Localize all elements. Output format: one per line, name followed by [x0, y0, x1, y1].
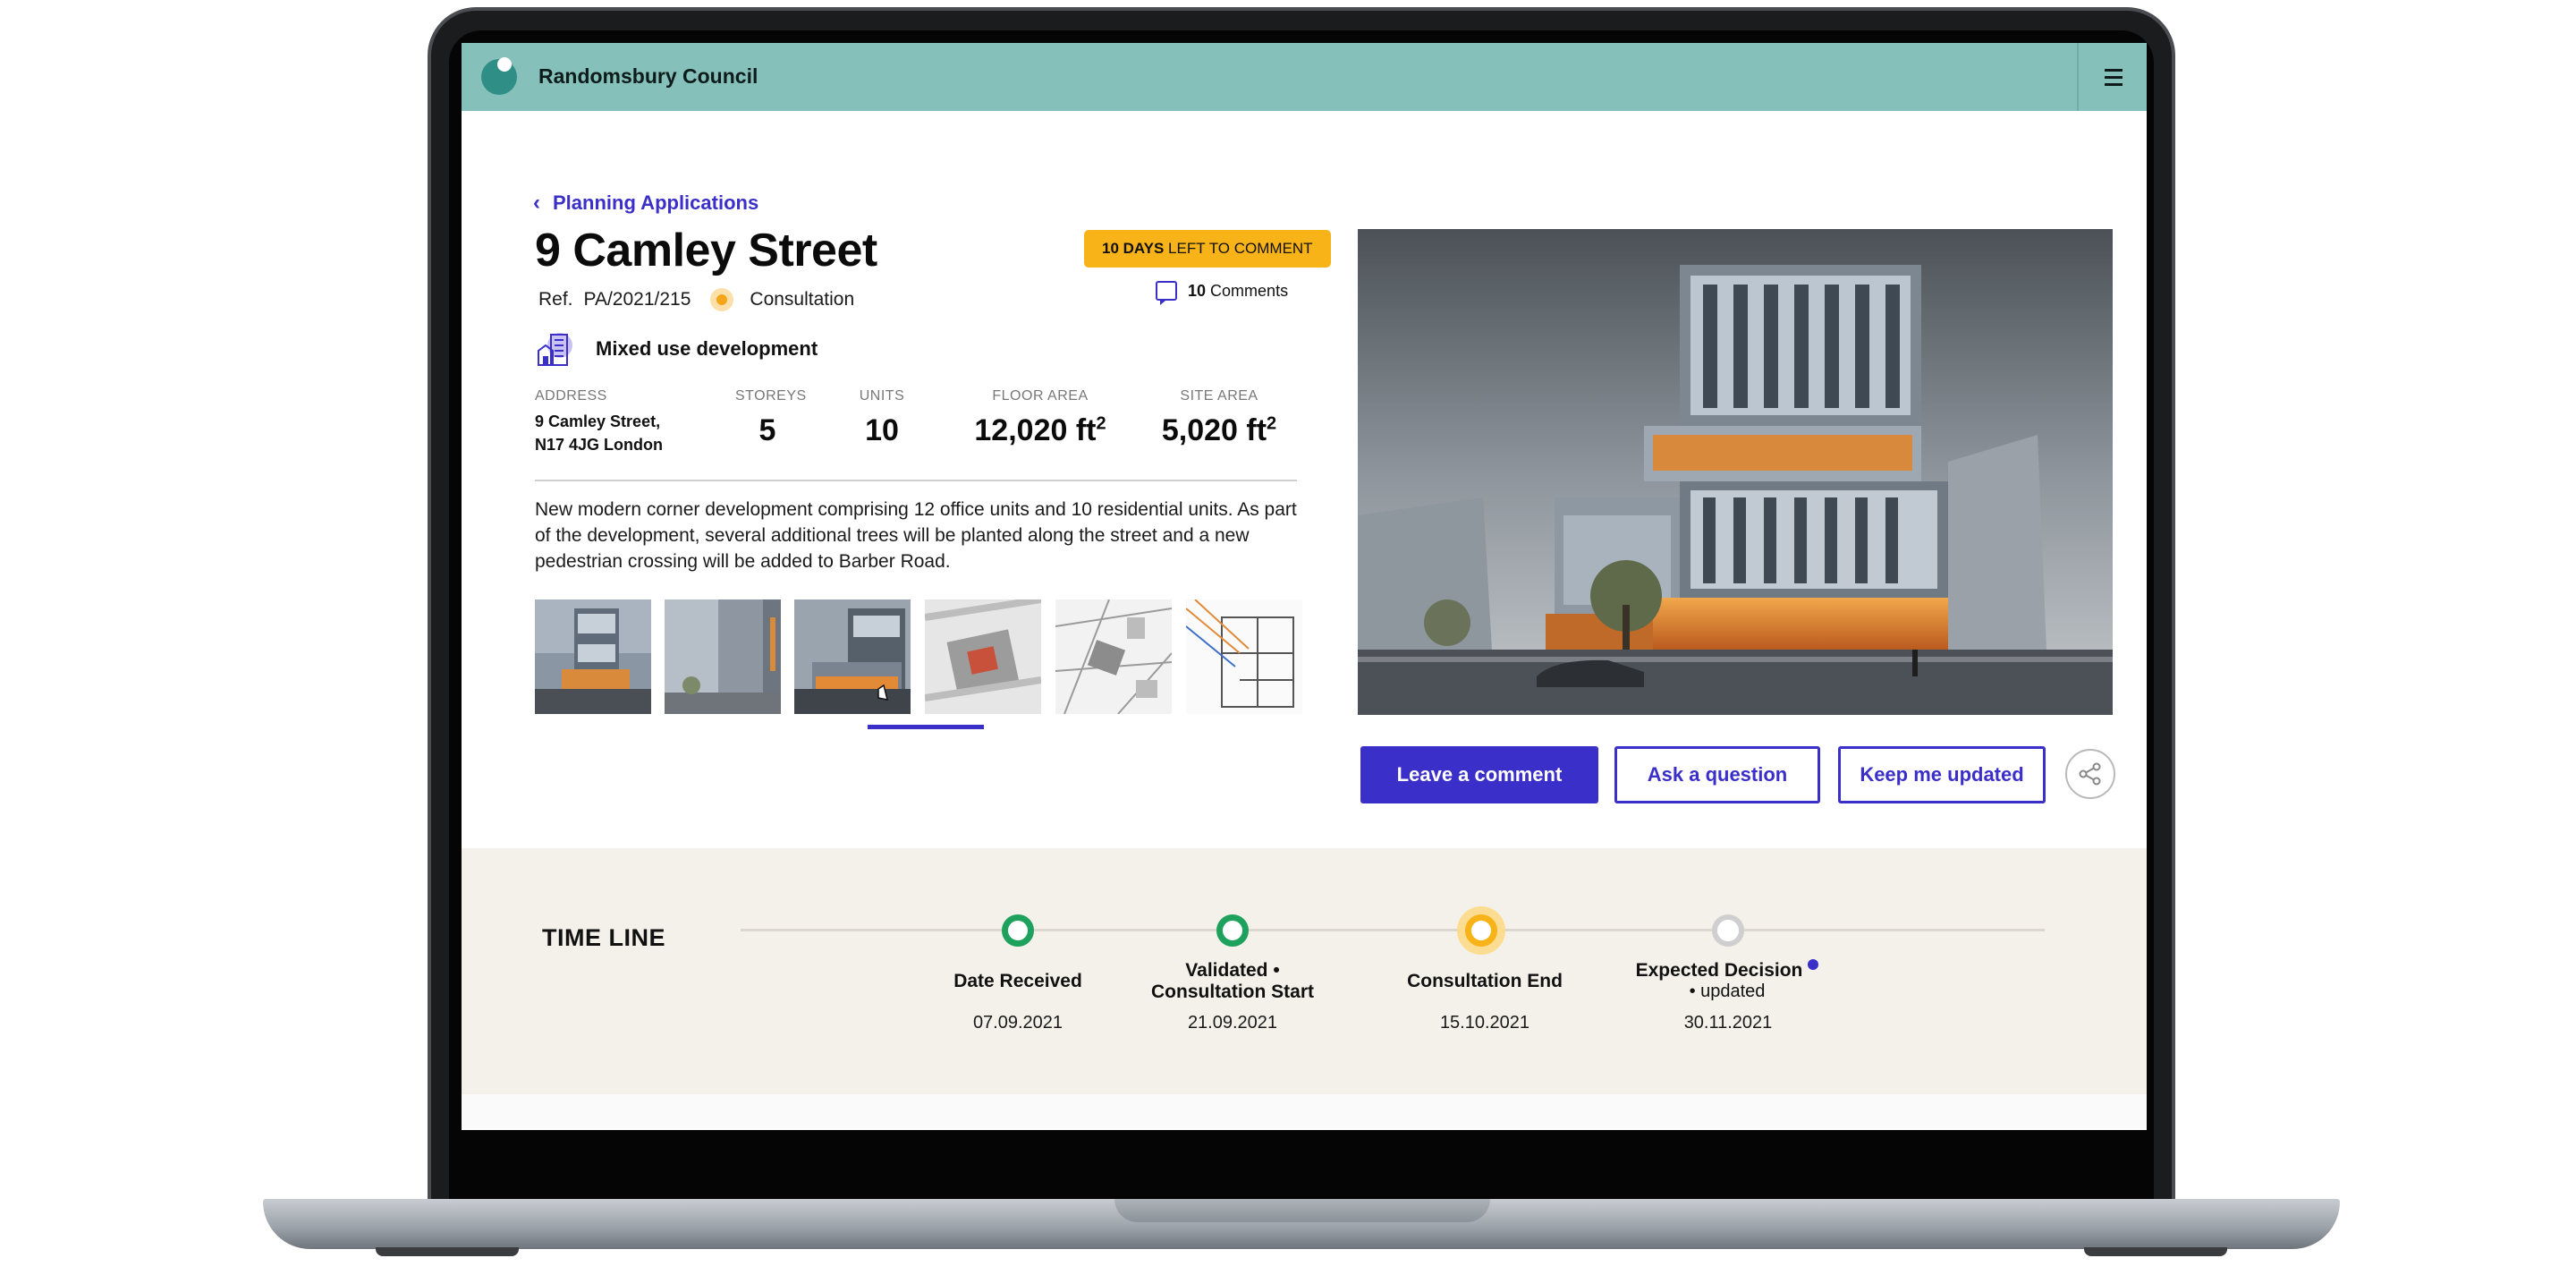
stat-value: 5 — [758, 413, 776, 447]
hamburger-menu-icon[interactable] — [2089, 61, 2138, 93]
timeline-label-row: Expected Decision — [1620, 959, 1835, 982]
timeline-date: 15.10.2021 — [1439, 1013, 1530, 1033]
thumbnail-site-plan-aerial[interactable] — [925, 599, 1041, 714]
status-label: Consultation — [750, 289, 855, 310]
reference-row: Ref. PA/2021/215 Consultation — [538, 288, 854, 311]
timeline-node-consultation-end — [1465, 914, 1497, 947]
hero-image — [1358, 229, 2113, 715]
thumbnail-render-side[interactable] — [665, 599, 781, 714]
stat-value: 10 — [865, 413, 899, 447]
thumbnail-render-front[interactable] — [535, 599, 651, 714]
days-left-text: LEFT TO COMMENT — [1168, 240, 1313, 257]
building-icon — [535, 329, 574, 369]
unit-superscript: 2 — [1267, 413, 1277, 434]
status-dot-icon — [710, 288, 734, 311]
comment-icon — [1156, 281, 1177, 305]
unit-superscript: 2 — [1096, 413, 1106, 434]
menu-divider — [2077, 43, 2079, 111]
timeline-node-expected-decision — [1712, 914, 1744, 947]
timeline-node-validated — [1216, 914, 1249, 947]
thumbnail-render-street[interactable] — [794, 599, 911, 714]
address-line-1: 9 Camley Street, — [535, 412, 661, 430]
share-icon[interactable] — [2065, 749, 2115, 799]
timeline-date: 30.11.2021 — [1683, 1013, 1773, 1033]
laptop-foot — [376, 1247, 519, 1256]
use-type: Mixed use development — [535, 329, 818, 369]
stat-label: ADDRESS — [535, 388, 607, 404]
leave-comment-button[interactable]: Leave a comment — [1360, 746, 1598, 803]
stat-address: ADDRESS 9 Camley Street, N17 4JG London — [535, 388, 663, 456]
screen: Randomsbury Council ‹ Planning Applicati… — [462, 43, 2147, 1130]
chevron-left-icon: ‹ — [533, 191, 540, 215]
keep-me-updated-button[interactable]: Keep me updated — [1838, 746, 2046, 803]
stat-label: STOREYS — [735, 388, 807, 404]
comments-label: Comments — [1210, 281, 1289, 300]
timeline-label: Expected Decision — [1635, 960, 1803, 981]
stat-label: SITE AREA — [1180, 388, 1258, 404]
divider — [535, 480, 1297, 481]
back-link-label: Planning Applications — [553, 191, 759, 214]
laptop-foot — [2084, 1247, 2227, 1256]
timeline-track — [741, 929, 2045, 931]
ask-question-button[interactable]: Ask a question — [1614, 746, 1820, 803]
thumbnail-active-indicator — [868, 725, 984, 729]
address-line-2: N17 4JG London — [535, 436, 664, 454]
comments-link[interactable]: 10 Comments — [1156, 281, 1289, 305]
timeline-label: Validated • — [1185, 960, 1280, 981]
page-footer-strip — [462, 1094, 2147, 1130]
top-bar: Randomsbury Council — [462, 43, 2147, 111]
timeline-section: TIME LINE Date Received 07.09.2021 Valid… — [462, 848, 2147, 1094]
ref-value: PA/2021/215 — [583, 289, 691, 310]
timeline-label: Consultation End — [1407, 971, 1563, 991]
description: New modern corner development comprising… — [535, 499, 1297, 572]
council-name[interactable]: Randomsbury Council — [538, 64, 758, 89]
stat-label: FLOOR AREA — [992, 388, 1089, 404]
comments-count: 10 — [1188, 281, 1207, 300]
stat-floor-area: FLOOR AREA 12,020 ft2 — [964, 388, 1116, 448]
logo-dot — [497, 57, 512, 72]
timeline-date: 07.09.2021 — [972, 1013, 1063, 1033]
timeline-node-date-received — [1002, 914, 1034, 947]
back-to-planning-applications-link[interactable]: ‹ Planning Applications — [533, 191, 758, 216]
stat-value: 12,020 ft — [974, 413, 1097, 447]
timeline-label: Date Received — [953, 971, 1082, 991]
stat-storeys: STOREYS 5 — [735, 388, 807, 448]
stats-row: ADDRESS 9 Camley Street, N17 4JG London … — [535, 388, 1295, 474]
stat-value: 5,020 ft — [1161, 413, 1267, 447]
updated-dot-icon — [1808, 959, 1819, 970]
timeline-title: TIME LINE — [542, 924, 665, 951]
stat-units: UNITS 10 — [859, 388, 905, 448]
stat-label: UNITS — [859, 388, 905, 404]
page-title: 9 Camley Street — [535, 225, 877, 276]
days-left-badge: 10 DAYS LEFT TO COMMENT — [1084, 230, 1331, 268]
gallery-thumbnails — [535, 599, 1304, 729]
use-type-label: Mixed use development — [596, 337, 818, 360]
thumbnail-site-plan-map[interactable] — [1055, 599, 1172, 714]
ref-label: Ref. — [538, 289, 573, 310]
timeline-label-sub: • updated — [1689, 982, 1766, 1001]
timeline-label-sub: Consultation Start — [1151, 982, 1314, 1002]
days-left-count: 10 DAYS — [1102, 240, 1165, 257]
stat-site-area: SITE AREA 5,020 ft2 — [1152, 388, 1286, 448]
thumbnail-floor-plan[interactable] — [1186, 599, 1302, 714]
laptop-notch — [1114, 1199, 1490, 1222]
timeline-date: 21.09.2021 — [1187, 1013, 1278, 1033]
